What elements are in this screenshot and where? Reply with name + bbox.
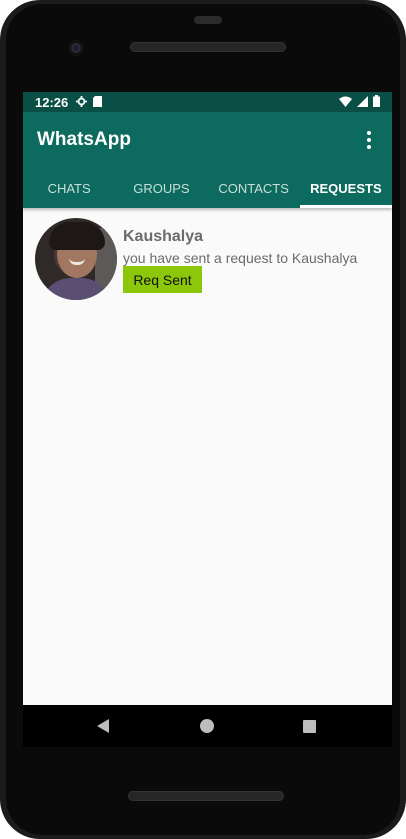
home-circle-icon[interactable]: [187, 705, 227, 747]
navigation-bar: [23, 705, 392, 747]
tab-contacts[interactable]: CONTACTS: [208, 168, 300, 208]
sd-card-icon: [93, 95, 103, 110]
tab-bar: CHATS GROUPS CONTACTS REQUESTS: [23, 168, 392, 208]
phone-frame: 12:26 WhatsApp CHATS GROUPS CONTACTS REQ…: [0, 0, 406, 839]
app-title: WhatsApp: [37, 129, 131, 150]
tab-groups[interactable]: GROUPS: [115, 168, 207, 208]
req-sent-button[interactable]: Req Sent: [123, 266, 202, 293]
status-time: 12:26: [35, 94, 69, 110]
back-triangle-icon[interactable]: [83, 705, 123, 747]
more-vertical-icon[interactable]: [360, 128, 378, 152]
settings-icon: [76, 95, 88, 110]
bottom-speaker: [128, 791, 284, 801]
tab-requests[interactable]: REQUESTS: [299, 168, 392, 208]
signal-icon: [357, 95, 368, 110]
top-speaker: [130, 42, 286, 52]
battery-icon: [373, 94, 380, 110]
wifi-icon: [339, 95, 352, 110]
recent-square-icon[interactable]: [289, 705, 329, 747]
app-bar: WhatsApp: [23, 112, 392, 168]
status-bar: 12:26: [23, 92, 392, 112]
tab-chats[interactable]: CHATS: [23, 168, 115, 208]
request-name: Kaushalya: [123, 228, 204, 245]
avatar[interactable]: [35, 218, 117, 300]
request-list-item[interactable]: Kaushalya you have sent a request to Kau…: [35, 218, 385, 302]
request-status: you have sent a request to Kaushalya: [123, 250, 358, 266]
front-camera: [68, 40, 84, 56]
earpiece: [194, 16, 222, 24]
screen: 12:26 WhatsApp CHATS GROUPS CONTACTS REQ…: [23, 92, 392, 705]
